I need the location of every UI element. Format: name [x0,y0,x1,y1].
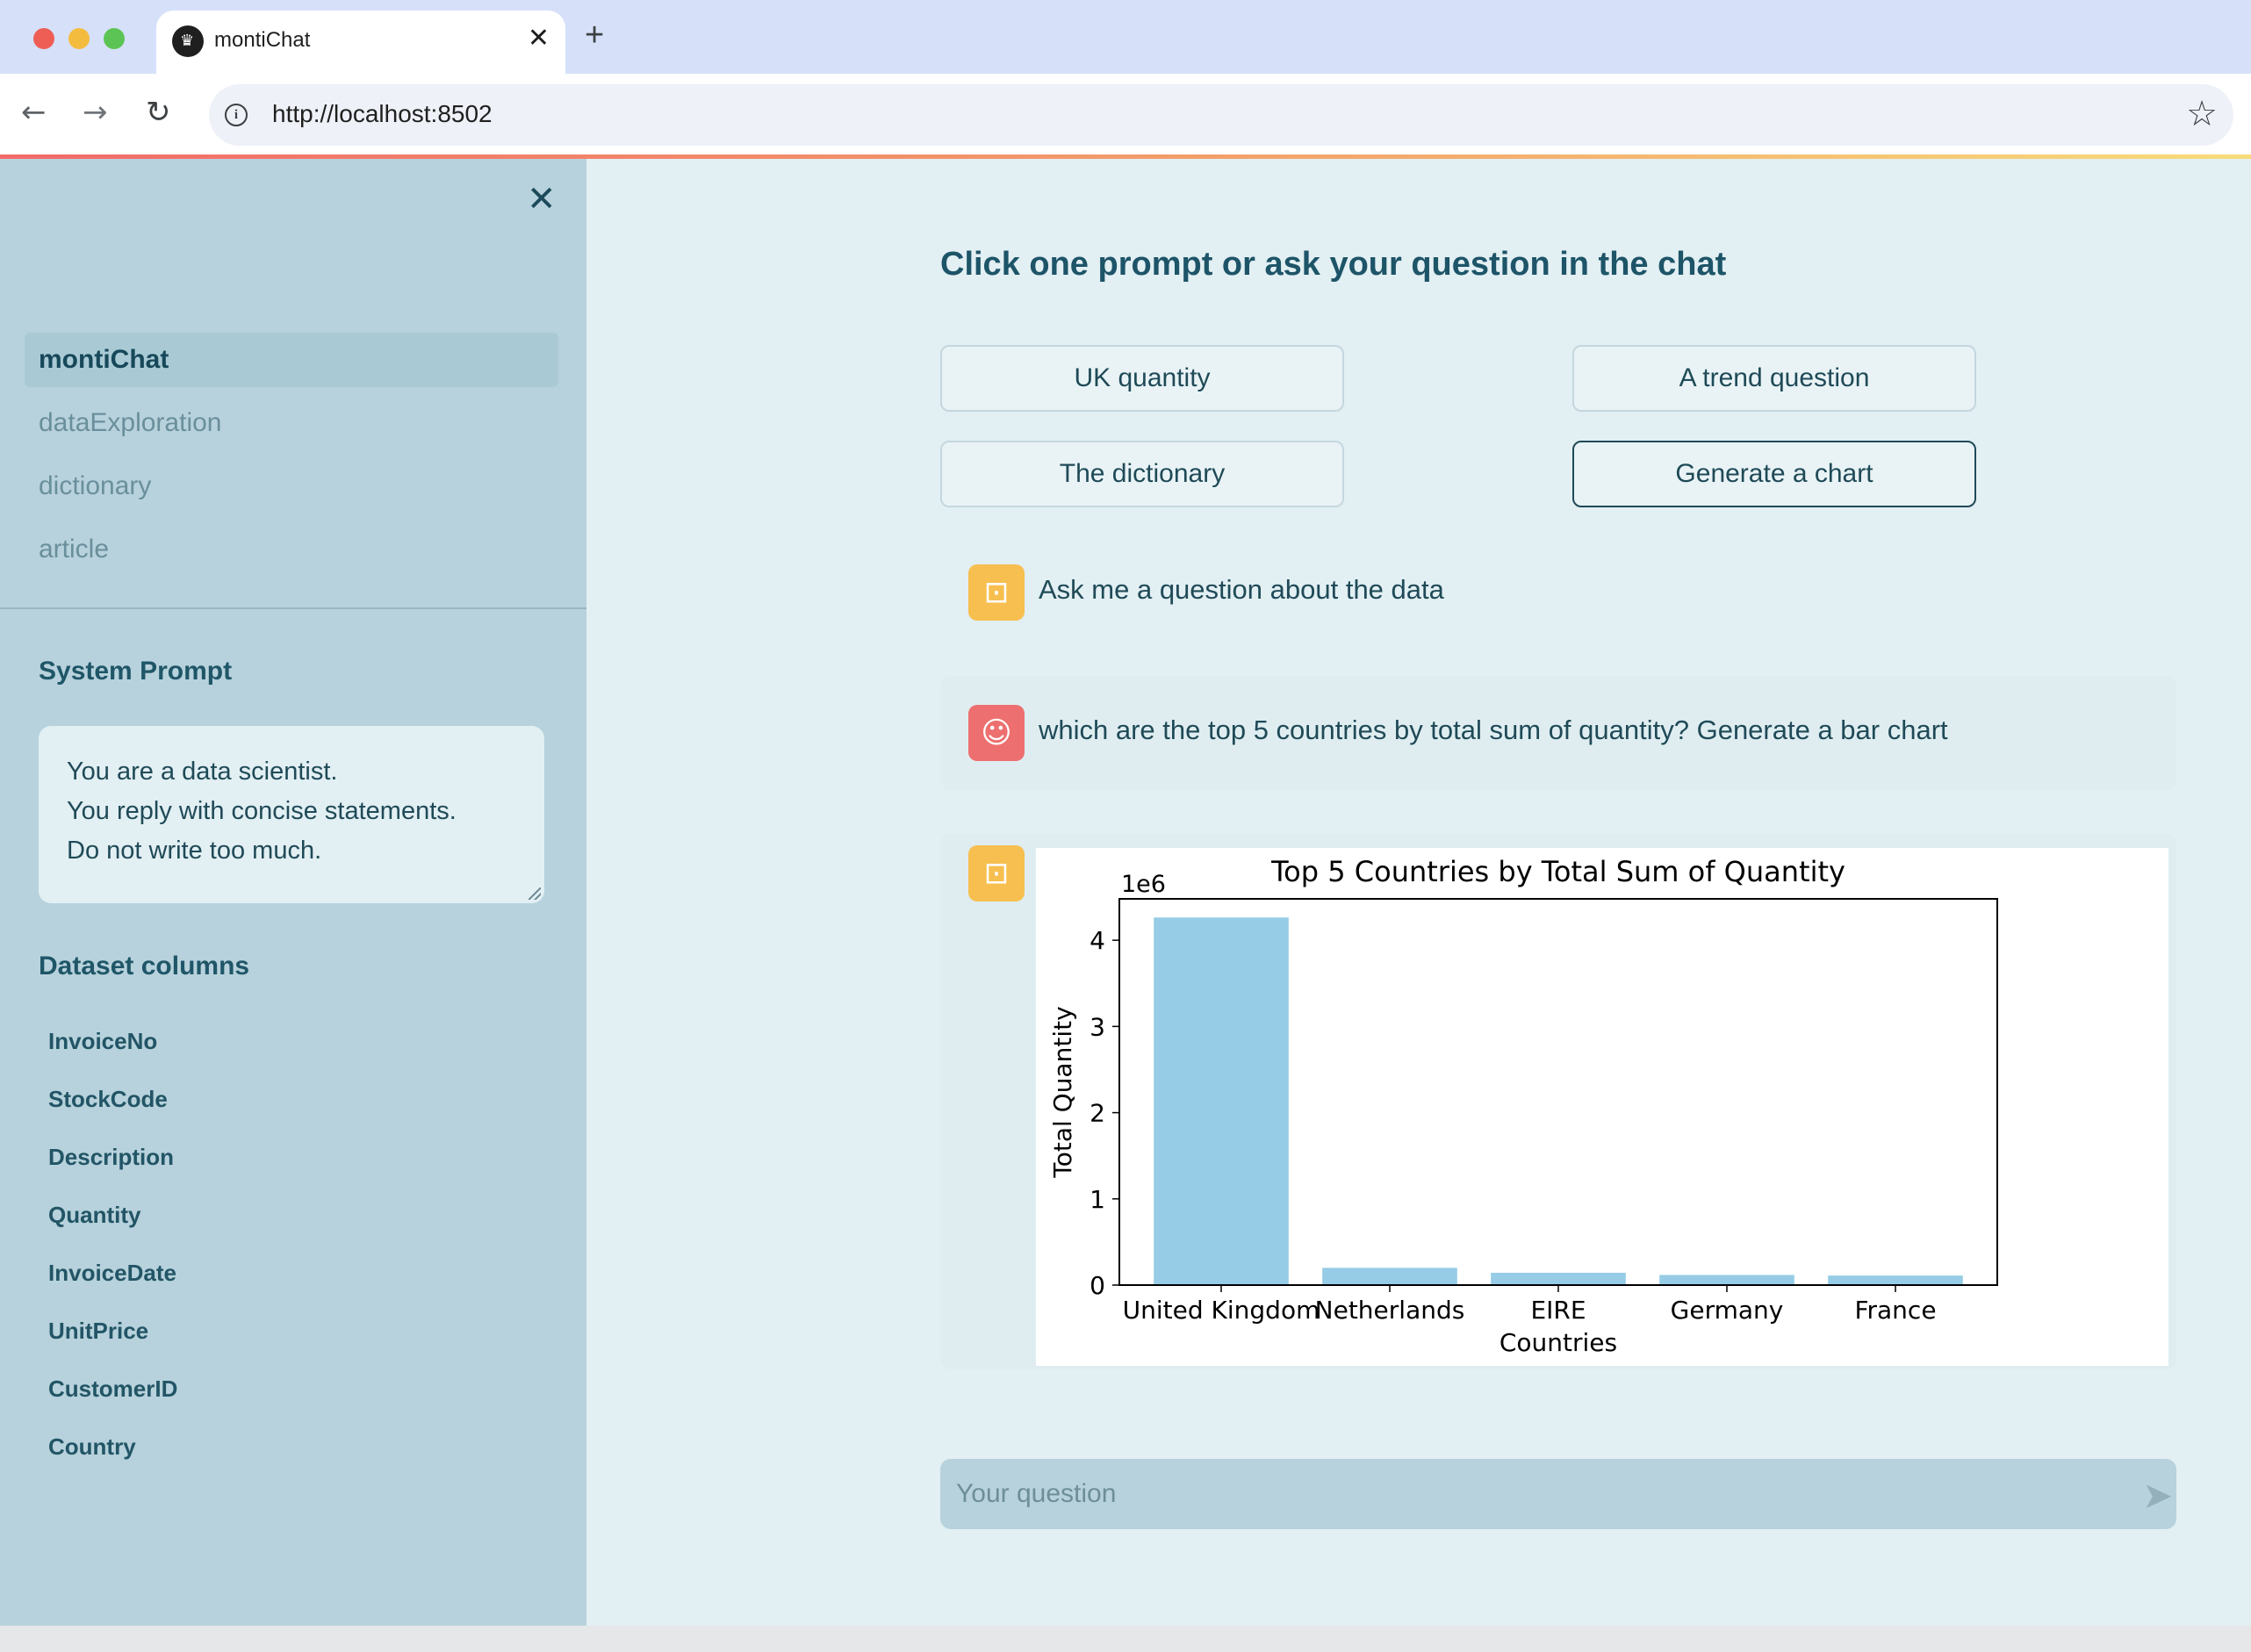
x-tick-label: EIRE [1530,1296,1586,1325]
send-icon[interactable]: ➤ [2142,1476,2173,1515]
y-tick-label: 3 [1090,1012,1105,1041]
bot-avatar-icon: ⊡ [968,564,1025,621]
page-title: Click one prompt or ask your question in… [940,246,1727,283]
y-tick-label: 0 [1090,1271,1105,1300]
close-sidebar-icon[interactable]: ✕ [527,180,557,219]
minimize-window-button[interactable] [68,28,90,49]
message-text: Ask me a question about the data [1039,574,1444,605]
sidebar: ✕ montiChat dataExploration dictionary a… [0,159,586,1626]
prompt-button-dictionary[interactable]: The dictionary [940,441,1344,507]
system-prompt-label: System Prompt [39,657,233,686]
chat-message-assistant: ⊡ Ask me a question about the data [940,553,2176,632]
y-scale-label: 1e6 [1121,871,1166,898]
y-axis-label: Total Quantity [1048,1006,1077,1178]
sidebar-item-dictionary[interactable]: dictionary [25,459,558,514]
x-tick-label: Germany [1671,1296,1784,1325]
sidebar-nav: montiChat dataExploration dictionary art… [25,333,558,585]
site-info-icon[interactable]: i [225,104,248,126]
message-text: which are the top 5 countries by total s… [1039,715,1948,745]
y-tick-label: 4 [1090,926,1105,955]
system-prompt-line: You are a data scientist. [67,758,338,786]
x-tick-label: United Kingdom [1123,1296,1320,1325]
system-prompt-line: Do not write too much. [67,837,322,865]
prompt-button-uk-quantity[interactable]: UK quantity [940,345,1344,412]
sidebar-item-dataexploration[interactable]: dataExploration [25,396,558,450]
new-tab-button[interactable]: + [585,18,604,53]
textarea-resize-handle[interactable] [529,887,541,900]
prompt-button-trend-question[interactable]: A trend question [1572,345,1976,412]
bar [1322,1268,1457,1285]
column-item: Quantity [48,1202,141,1228]
column-item: StockCode [48,1086,168,1112]
tab-close-icon[interactable]: ✕ [528,23,550,54]
tab-bar: ♛ montiChat ✕ + [0,0,2251,74]
sidebar-item-montichat[interactable]: montiChat [25,333,558,387]
column-item: UnitPrice [48,1318,149,1344]
column-item: CustomerID [48,1375,178,1402]
bar [1491,1272,1626,1285]
address-bar[interactable]: i http://localhost:8502 ☆ [209,84,2233,146]
chart-title: Top 5 Countries by Total Sum of Quantity [1270,855,1845,888]
column-item: Country [48,1433,136,1460]
y-tick-label: 2 [1090,1099,1105,1128]
column-item: InvoiceDate [48,1260,176,1286]
x-axis-label: Countries [1499,1328,1617,1357]
dataset-columns-label: Dataset columns [39,952,250,980]
chat-input[interactable] [940,1459,2176,1529]
system-prompt-textarea[interactable]: You are a data scientist. You reply with… [39,726,544,903]
maximize-window-button[interactable] [104,28,125,49]
bar [1659,1275,1794,1285]
reload-icon[interactable]: ↻ [146,93,171,132]
sidebar-item-article[interactable]: article [25,522,558,577]
bot-avatar-icon: ⊡ [968,845,1025,901]
bookmark-star-icon[interactable]: ☆ [2186,93,2218,135]
sidebar-divider [0,607,586,609]
system-prompt-line: You reply with concise statements. [67,797,457,825]
favicon-icon: ♛ [172,25,204,57]
back-icon[interactable]: ← [21,93,47,132]
chat-message-user: ☺ which are the top 5 countries by total… [940,676,2176,790]
browser-window: ♛ montiChat ✕ + ← → ↻ i http://localhost… [0,0,2251,1626]
dataset-columns-list: InvoiceNo StockCode Description Quantity… [48,1012,177,1476]
bar [1828,1275,1963,1285]
browser-toolbar: ← → ↻ i http://localhost:8502 ☆ [0,74,2251,156]
column-item: Description [48,1144,175,1170]
bar-chart: United KingdomNetherlands EIRE Germany Fran… [1036,848,2168,1366]
column-item: InvoiceNo [48,1028,158,1054]
x-tick-label: France [1854,1296,1936,1325]
tab-title: montiChat [214,28,311,52]
close-window-button[interactable] [33,28,54,49]
browser-tab[interactable]: ♛ montiChat ✕ [156,11,565,74]
user-avatar-icon: ☺ [968,705,1025,761]
url-text[interactable]: http://localhost:8502 [272,100,493,128]
forward-icon[interactable]: → [83,93,108,132]
y-tick-label: 1 [1090,1185,1105,1214]
prompt-button-generate-chart[interactable]: Generate a chart [1572,441,1976,507]
x-tick-label: Netherlands [1315,1296,1465,1325]
bar [1154,917,1289,1285]
